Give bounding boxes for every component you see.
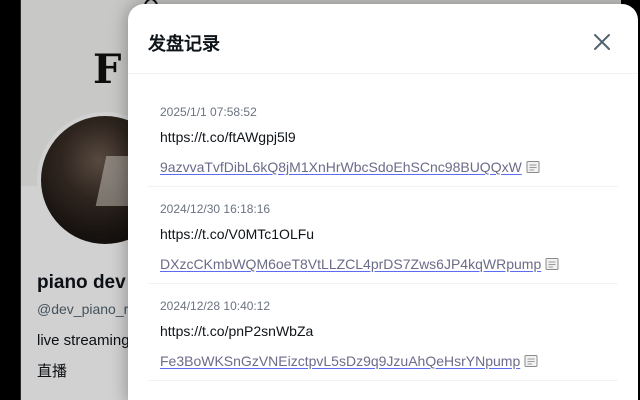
record-password[interactable]: Fe3BoWKSnGzVNEizctpvL5sDz9q9JzuAhQeHsrYN… bbox=[160, 353, 520, 369]
record-password-row: DXzcCKmbWQM6oeT8VtLLZCL4prDS7Zws6JP4kqWR… bbox=[160, 253, 618, 275]
modal-title: 发盘记录 bbox=[148, 34, 220, 54]
copy-icon[interactable] bbox=[526, 158, 540, 180]
records-list: 2025/1/1 07:58:52 https://t.co/ftAWgpj5l… bbox=[148, 90, 618, 381]
record-link[interactable]: https://t.co/pnP2snWbZa bbox=[160, 318, 618, 344]
copy-icon[interactable] bbox=[524, 352, 538, 374]
record-password[interactable]: 9azvvaTvfDibL6kQ8jM1XnHrWbcSdoEhSCnc98BU… bbox=[160, 159, 522, 175]
copy-icon[interactable] bbox=[545, 255, 559, 277]
record-item: 2024/12/30 16:18:16 https://t.co/V0MTc1O… bbox=[148, 187, 618, 284]
close-button[interactable] bbox=[586, 26, 618, 58]
modal-header: 发盘记录 bbox=[128, 4, 638, 74]
record-time: 2024/12/30 16:18:16 bbox=[160, 202, 271, 216]
record-time: 2025/1/1 07:58:52 bbox=[160, 105, 257, 119]
record-password[interactable]: DXzcCKmbWQM6oeT8VtLLZCL4prDS7Zws6JP4kqWR… bbox=[160, 256, 541, 272]
record-link[interactable]: https://t.co/V0MTc1OLFu bbox=[160, 221, 618, 247]
launch-records-modal: 发盘记录 2025/1/1 07:58:52 https://t.co/ftAW… bbox=[128, 4, 638, 400]
record-time: 2024/12/28 10:40:12 bbox=[160, 299, 271, 313]
record-item: 2025/1/1 07:58:52 https://t.co/ftAWgpj5l… bbox=[148, 90, 618, 187]
record-item: 2024/12/28 10:40:12 https://t.co/pnP2snW… bbox=[148, 284, 618, 381]
record-password-row: 9azvvaTvfDibL6kQ8jM1XnHrWbcSdoEhSCnc98BU… bbox=[160, 156, 618, 178]
close-icon bbox=[594, 34, 610, 50]
record-password-row: Fe3BoWKSnGzVNEizctpvL5sDz9q9JzuAhQeHsrYN… bbox=[160, 350, 618, 372]
record-link[interactable]: https://t.co/ftAWgpj5l9 bbox=[160, 124, 618, 150]
